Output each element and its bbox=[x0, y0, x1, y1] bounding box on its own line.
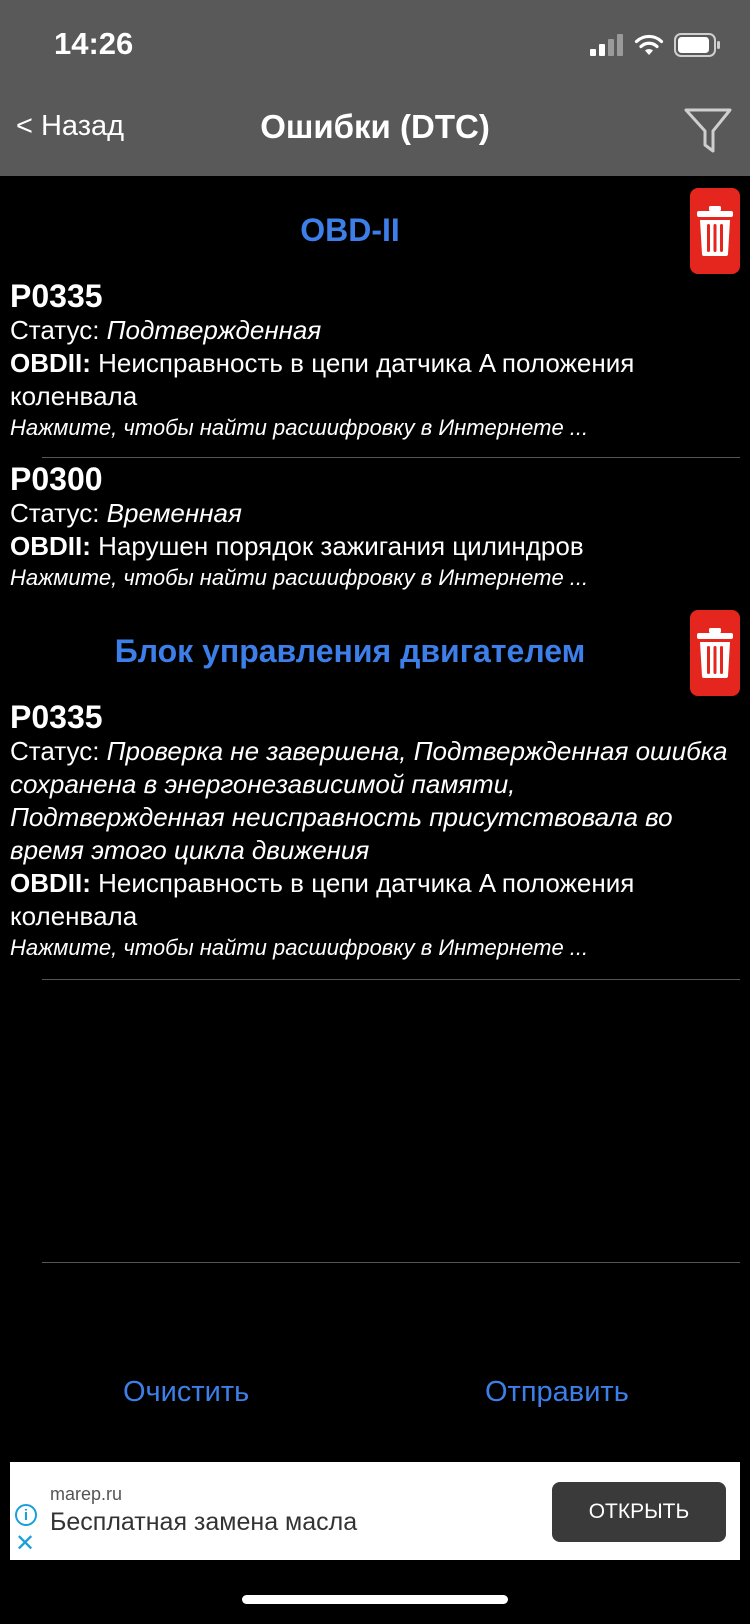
desc-value: Нарушен порядок зажигания цилиндров bbox=[90, 531, 584, 561]
section-title-obd2: OBD-II bbox=[300, 212, 400, 248]
clear-button[interactable]: Очистить bbox=[123, 1376, 249, 1409]
status-label: Статус: bbox=[10, 315, 107, 345]
info-icon[interactable]: i bbox=[15, 1504, 37, 1526]
status-value: Подтвержденная bbox=[106, 315, 322, 345]
filter-button[interactable] bbox=[682, 104, 736, 158]
dtc-item[interactable]: P0300 Статус: Временная OBDII: Нарушен п… bbox=[10, 461, 730, 593]
status-icons bbox=[590, 28, 720, 62]
ad-headline: Бесплатная замена масла bbox=[50, 1508, 358, 1536]
dtc-status: Статус: Временная bbox=[10, 497, 730, 530]
close-icon[interactable]: ✕ bbox=[15, 1532, 35, 1556]
dtc-status: Статус: Подтвержденная bbox=[10, 314, 730, 347]
dtc-search-hint[interactable]: Нажмите, чтобы найти расшифровку в Интер… bbox=[10, 933, 730, 963]
delete-section-obd2-button[interactable] bbox=[690, 188, 740, 274]
section-title-ecu: Блок управления двигателем bbox=[114, 633, 586, 669]
dtc-status: Статус: Проверка не завершена, Подтвержд… bbox=[10, 735, 730, 867]
desc-value: Неисправность в цепи датчика A положения… bbox=[10, 348, 635, 411]
ad-open-button[interactable]: ОТКРЫТЬ bbox=[552, 1482, 726, 1542]
dtc-description: OBDII: Нарушен порядок зажигания цилиндр… bbox=[10, 530, 730, 563]
dtc-search-hint[interactable]: Нажмите, чтобы найти расшифровку в Интер… bbox=[10, 563, 730, 593]
top-bar: 14:26 < Назад Ошибки (DTC) bbox=[0, 0, 750, 176]
desc-label: OBDII: bbox=[10, 531, 91, 561]
trash-icon bbox=[697, 206, 733, 256]
divider bbox=[42, 1262, 740, 1263]
status-value: Проверка не завершена, Подтвержденная ош… bbox=[10, 736, 728, 865]
dtc-search-hint[interactable]: Нажмите, чтобы найти расшифровку в Интер… bbox=[10, 413, 730, 443]
desc-value: Неисправность в цепи датчика A положения… bbox=[10, 868, 635, 931]
delete-section-ecu-button[interactable] bbox=[690, 610, 740, 696]
status-label: Статус: bbox=[10, 498, 107, 528]
battery-icon bbox=[674, 33, 720, 57]
signal-icon bbox=[590, 34, 623, 56]
dtc-code: P0300 bbox=[10, 461, 103, 497]
status-value: Временная bbox=[106, 498, 242, 528]
ad-domain: marep.ru bbox=[50, 1484, 123, 1504]
dtc-item[interactable]: P0335 Статус: Проверка не завершена, Под… bbox=[10, 699, 730, 963]
dtc-item[interactable]: P0335 Статус: Подтвержденная OBDII: Неис… bbox=[10, 278, 730, 443]
filter-icon bbox=[684, 108, 732, 153]
desc-label: OBDII: bbox=[10, 868, 91, 898]
dtc-description: OBDII: Неисправность в цепи датчика A по… bbox=[10, 867, 730, 933]
send-button[interactable]: Отправить bbox=[485, 1376, 629, 1409]
page-title: Ошибки (DTC) bbox=[260, 108, 490, 145]
desc-label: OBDII: bbox=[10, 348, 91, 378]
divider bbox=[42, 979, 740, 980]
dtc-code: P0335 bbox=[10, 278, 103, 314]
status-time: 14:26 bbox=[54, 26, 134, 61]
dtc-description: OBDII: Неисправность в цепи датчика A по… bbox=[10, 347, 730, 413]
trash-icon bbox=[697, 628, 733, 678]
home-indicator[interactable] bbox=[242, 1595, 508, 1604]
divider bbox=[42, 457, 740, 458]
status-label: Статус: bbox=[10, 736, 107, 766]
wifi-icon bbox=[634, 34, 664, 55]
dtc-code: P0335 bbox=[10, 699, 103, 735]
ad-banner[interactable]: i ✕ marep.ru Бесплатная замена масла ОТК… bbox=[10, 1462, 740, 1560]
